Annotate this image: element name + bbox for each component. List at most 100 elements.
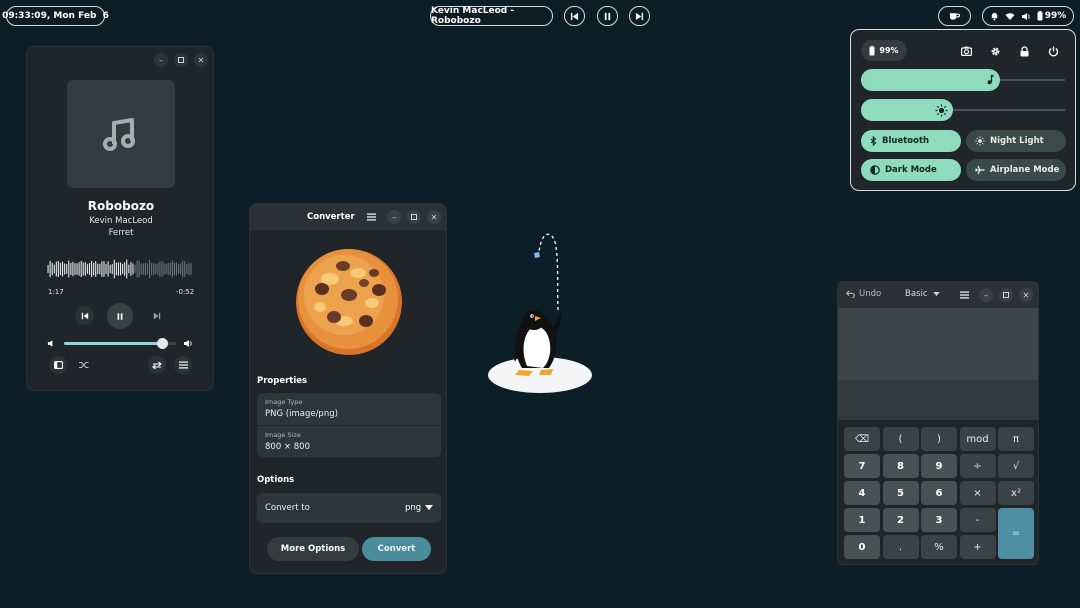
dark-mode-toggle[interactable]: Dark Mode — [861, 159, 961, 181]
key-close-paren[interactable]: ) — [921, 427, 957, 451]
close-icon: ✕ — [1022, 290, 1030, 300]
coffee-pill[interactable] — [938, 6, 971, 26]
more-options-label: More Options — [280, 544, 346, 554]
waveform-bar — [130, 262, 132, 276]
key-8[interactable]: 8 — [882, 454, 919, 478]
song-album: Ferret — [108, 228, 134, 238]
convert-button[interactable]: Convert — [362, 537, 431, 561]
key-percent[interactable]: % — [921, 535, 957, 559]
key-open-paren[interactable]: ( — [882, 427, 919, 451]
close-button[interactable]: ✕ — [1019, 288, 1033, 302]
battery-icon — [1037, 11, 1043, 21]
quick-settings-battery[interactable]: 99% — [861, 40, 907, 61]
key-multiply[interactable]: × — [959, 481, 996, 505]
waveform-bar — [78, 262, 80, 276]
key-equals[interactable]: = — [998, 508, 1034, 559]
key-9[interactable]: 9 — [921, 454, 957, 478]
waveform-bar — [149, 259, 151, 279]
key-4[interactable]: 4 — [844, 481, 880, 505]
topbar-previous-button[interactable] — [564, 6, 585, 26]
minimize-button[interactable]: – — [979, 288, 993, 302]
waveform-bar — [74, 263, 76, 275]
waveform-bar — [84, 262, 86, 276]
key-6[interactable]: 6 — [921, 481, 957, 505]
volume-slider[interactable] — [861, 69, 1065, 91]
volume-slider-fill — [64, 342, 163, 345]
queue-menu-button[interactable] — [174, 356, 192, 374]
waveform-bar — [151, 262, 153, 276]
waveform-bar — [72, 261, 74, 277]
lock-screen-button[interactable] — [1014, 41, 1034, 61]
airplane-mode-toggle[interactable]: Airplane Mode — [966, 159, 1066, 181]
previous-track-button[interactable] — [75, 306, 94, 325]
close-button[interactable]: ✕ — [194, 53, 208, 67]
settings-button[interactable] — [985, 41, 1005, 61]
minimize-button[interactable]: – — [387, 210, 401, 224]
key-0[interactable]: 0 — [844, 535, 880, 559]
waveform-bar — [128, 264, 130, 274]
waveform-bar — [190, 263, 192, 275]
minimize-button[interactable]: – — [154, 53, 168, 67]
dropdown-arrow-icon — [932, 292, 940, 296]
volume-slider[interactable] — [64, 338, 176, 349]
waveform-seekbar[interactable] — [47, 255, 192, 283]
key-backspace[interactable]: ⌫ — [844, 427, 880, 451]
sidebar-toggle-button[interactable] — [49, 356, 67, 374]
key-decimal[interactable]: . — [882, 535, 919, 559]
volume-high-icon — [184, 340, 192, 347]
maximize-button[interactable] — [407, 210, 421, 224]
calculator-input-display[interactable] — [838, 380, 1038, 420]
waveform-bar — [117, 262, 120, 276]
key-7[interactable]: 7 — [844, 454, 880, 478]
waveform-bar — [59, 262, 62, 276]
image-type-row: Image Type PNG (image/png) — [257, 393, 441, 425]
waveform-bar — [122, 264, 124, 274]
undo-button[interactable]: Undo — [846, 289, 881, 299]
topbar-next-button[interactable] — [629, 6, 650, 26]
system-status-pill[interactable]: 99% — [982, 6, 1074, 26]
waveform-bar — [64, 263, 66, 275]
maximize-button[interactable] — [174, 53, 188, 67]
topbar-pause-button[interactable] — [597, 6, 618, 26]
converter-menu-button[interactable] — [364, 211, 378, 223]
key-plus[interactable]: + — [959, 535, 996, 559]
key-2[interactable]: 2 — [882, 508, 919, 532]
convert-to-dropdown[interactable]: Convert to png — [257, 493, 441, 523]
key-sqrt[interactable]: √ — [998, 454, 1034, 478]
key-square[interactable]: x² — [998, 481, 1034, 505]
airplane-mode-label: Airplane Mode — [990, 165, 1060, 175]
night-light-label: Night Light — [990, 136, 1044, 146]
key-3[interactable]: 3 — [921, 508, 957, 532]
repeat-button[interactable] — [148, 356, 166, 374]
key-divide[interactable]: ÷ — [959, 454, 996, 478]
next-track-button[interactable] — [147, 306, 166, 325]
undo-label: Undo — [859, 289, 882, 299]
screenshot-button[interactable] — [956, 41, 976, 61]
key-pi[interactable]: π — [998, 427, 1034, 451]
key-1[interactable]: 1 — [844, 508, 880, 532]
calculator-mode-dropdown[interactable]: Basic — [905, 289, 940, 299]
clock-pill[interactable]: 09:33:09, Mon Feb 6 — [2, 6, 109, 26]
waveform-bar — [86, 264, 88, 274]
calculator-menu-button[interactable] — [957, 289, 971, 301]
waveform-bar — [180, 263, 182, 275]
key-mod[interactable]: mod — [959, 427, 996, 451]
power-button[interactable] — [1043, 41, 1063, 61]
waveform-bar — [120, 262, 122, 276]
volume-slider-fill — [861, 69, 1000, 91]
key-minus[interactable]: - — [959, 508, 996, 532]
now-playing-pill[interactable]: Kevin MacLeod - Robobozo — [430, 6, 553, 26]
bluetooth-toggle[interactable]: Bluetooth — [861, 130, 961, 152]
close-button[interactable]: ✕ — [427, 210, 441, 224]
brightness-slider[interactable] — [861, 99, 1065, 121]
volume-slider-knob[interactable] — [157, 338, 169, 349]
shuffle-button[interactable] — [75, 356, 93, 374]
key-5[interactable]: 5 — [882, 481, 919, 505]
maximize-button[interactable] — [999, 288, 1013, 302]
elapsed-time: 1:17 — [48, 288, 64, 296]
calculator-mode-label: Basic — [905, 289, 928, 299]
play-pause-button[interactable] — [107, 303, 133, 329]
night-light-toggle[interactable]: Night Light — [966, 130, 1066, 152]
music-note-icon — [103, 118, 135, 151]
more-options-button[interactable]: More Options — [267, 537, 359, 561]
